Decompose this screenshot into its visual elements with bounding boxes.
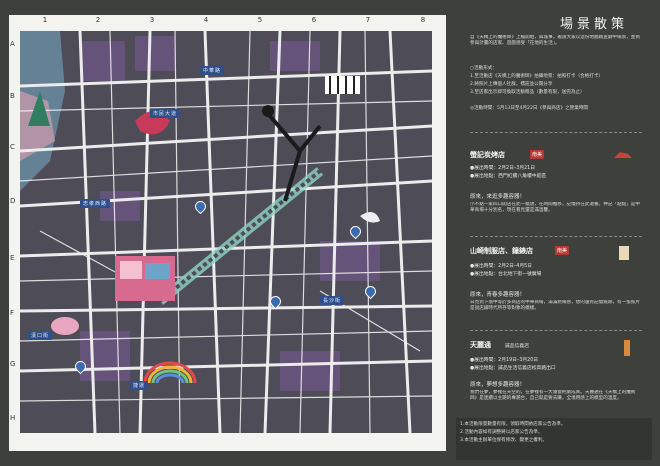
bottle-icon [624,340,630,356]
row-label: G [10,360,16,368]
road-label: 市民大道 [150,109,181,118]
store-place: ●展出地點：西門紅樓八角樓中庭區 [470,174,547,179]
row-label: B [10,92,15,100]
col-label: 8 [420,16,426,24]
activity-step: 2.將照片上傳個人社群，標註並公開分享 [470,82,553,87]
activity-label: ○活動形式： [470,66,497,71]
row-label: A [10,40,15,48]
intro-text: 自《天橋上的魔術師》上檔開始，與城事，邀請大家以這份地圖踏查劇中場景，並到參與計… [470,35,640,46]
store-subhead: 原來，夢想多趣容器！ [470,382,526,388]
store-time: ●展出時間：2月19日–3月20日 [470,358,539,363]
col-label: 2 [95,16,101,24]
store-subhead: 原來，青春多趣容器！ [470,292,526,298]
col-label: 1 [42,16,48,24]
store-place: ●展出地點：誠品生活信義店松高路出口 [470,366,556,371]
activity-note: ◎活動時間：5月13日至4月22日《參與商店》之營業時間 [470,106,589,111]
store-name: 天麗通 [470,341,491,349]
col-label: 3 [149,16,155,24]
col-label: 7 [365,16,371,24]
shoe-icon [614,152,632,158]
row-label: D [10,197,16,205]
road-label: 忠孝西路 [80,199,111,208]
footnote: 1.本活動限量數量有限，領取時間依店家公告為準。 [460,422,566,427]
divider [470,132,642,133]
road-label: 中華路 [200,66,225,75]
jacket-icon [619,246,629,260]
store-body: 日見到下落中等於多商店的中華商場，滿滿熱鬧感，想的還有記憶痕跡，有一張照片是說店… [470,300,640,311]
road-label: 漢口街 [28,331,53,340]
store-time: ●展出時間：2月2日–3月21日 [470,166,536,171]
col-label: 5 [257,16,263,24]
city-map[interactable]: 市民大道 忠孝西路 中華路 捷運 漢口街 長沙街 [20,31,432,433]
col-label: 4 [203,16,209,24]
store-name: 山崎制服店、鐘錶店 [470,247,533,255]
activity-step: 1.至活動店《天橋上的魔術師》拍攝地景：拍照打卡（合格打卡） [470,74,604,79]
road-label: 捷運 [130,381,149,390]
store-body: 我們在夢，夢裡在天空的，在夢裡有一大隱窗把劇成真。天麗通在《天橋上的魔術師》是連… [470,390,636,401]
store-subhead: 原來，來逛多趣容器！ [470,194,526,200]
road-label: 長沙街 [320,296,345,305]
map-page: 1 2 3 4 5 6 7 8 A B C D E F G H 市民大道 忠孝西… [0,0,660,466]
store-name: 螢記炭烤店 [470,151,505,159]
panel-title: 場景散策 [560,17,629,32]
row-label: E [10,254,15,262]
row-label: H [10,414,16,422]
divider [470,236,642,237]
store-place: ●展出地點：台北地下街一號廣場 [470,272,542,277]
row-label: C [10,143,15,151]
store-time: ●展出時間：2月2日–4月5日 [470,264,532,269]
activity-step: 3.至店家出示即可換取活動贈品（數量有限，送完為止） [470,90,585,95]
row-label: F [10,309,15,317]
col-label: 6 [311,16,317,24]
store-badge: 南美 [555,246,570,255]
footnote: 2.活動內容如有調整將以店家公告為準。 [460,430,543,435]
footnote: 3.本活動主辦單位保有修改、變更之權利。 [460,438,548,443]
store-body: 小不點一家四口開店在此一擺放，在時間推移，記憶持在此滋養。押記「點點」是中華商場… [470,202,640,213]
store-badge: 誠品信義店 [505,344,529,349]
store-badge: 南美 [530,150,545,159]
divider [470,330,642,331]
